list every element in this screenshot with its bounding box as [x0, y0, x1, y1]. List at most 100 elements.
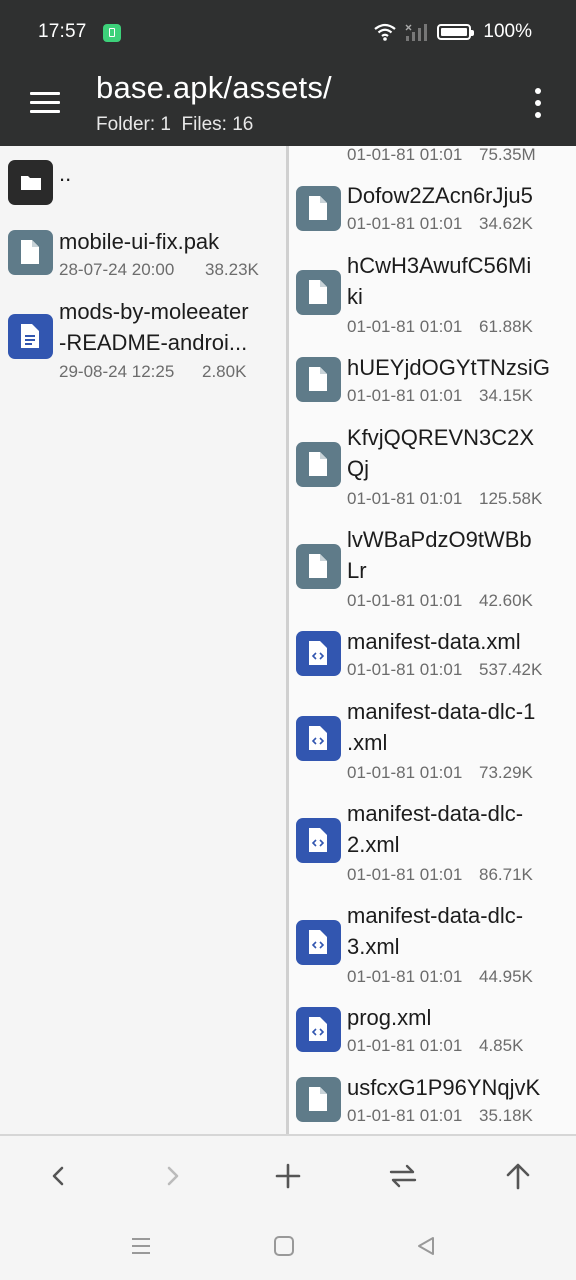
file-row[interactable]: hCwH3AwufC56Mi ki 01-01-81 01:01 61.88K	[289, 250, 576, 340]
recent-apps-icon[interactable]	[129, 1234, 153, 1258]
left-pane[interactable]: .. mobile-ui-fix.pak 28-07-24 20:00 38.2…	[0, 146, 286, 1134]
system-nav-bar	[0, 1214, 576, 1280]
file-size: 75.35M	[479, 146, 536, 164]
file-date: 01-01-81 01:01	[347, 660, 463, 679]
file-name-line2: Lr	[347, 558, 367, 583]
file-row[interactable]: mobile-ui-fix.pak 28-07-24 20:00 38.23K	[0, 228, 286, 284]
file-name-line2: 3.xml	[347, 934, 400, 959]
battery-percent: 100%	[483, 21, 532, 42]
file-size: 44.95K	[479, 967, 533, 986]
file-name-line1: manifest-data-dlc-	[347, 903, 524, 928]
file-name-line2: ki	[347, 284, 363, 309]
file-name-line1: lvWBaPdzO9tWBb	[347, 527, 532, 552]
file-icon	[296, 1077, 341, 1122]
file-size: 34.15K	[479, 386, 533, 405]
file-size: 61.88K	[479, 317, 533, 336]
bottom-toolbar	[0, 1134, 576, 1216]
parent-folder-label: ..	[59, 161, 72, 186]
file-name-line1: hCwH3AwufC56Mi	[347, 253, 532, 278]
doc-icon	[8, 314, 53, 359]
signal-icon	[405, 24, 428, 41]
file-size: 86.71K	[479, 865, 533, 884]
file-date: 01-01-81 01:01	[347, 591, 463, 610]
file-size: 38.23K	[205, 260, 259, 279]
xml-icon	[296, 631, 341, 676]
status-indicators: 100%	[373, 20, 532, 44]
file-date: 01-01-81 01:01	[347, 317, 463, 336]
file-row[interactable]: manifest-data-dlc- 3.xml 01-01-81 01:01 …	[289, 900, 576, 990]
file-row[interactable]: usfcxG1P96YNqjvK 01-01-81 01:01 35.18K	[289, 1072, 576, 1132]
app-bar: base.apk/assets/ Folder: 1 Files: 16	[0, 64, 576, 146]
file-row[interactable]: manifest-data-dlc-1 .xml 01-01-81 01:01 …	[289, 696, 576, 786]
xml-icon	[296, 920, 341, 965]
file-size: 2.80K	[202, 362, 247, 381]
file-name: mobile-ui-fix.pak	[59, 229, 220, 254]
forward-icon[interactable]	[153, 1158, 193, 1194]
file-size: 35.18K	[479, 1106, 533, 1125]
file-name-line1: KfvjQQREVN3C2X	[347, 425, 535, 450]
file-icon	[296, 357, 341, 402]
file-name: prog.xml	[347, 1005, 432, 1030]
right-pane[interactable]: 01-01-81 01:01 75.35M Dofow2ZAcn6rJju5 0…	[289, 146, 576, 1134]
file-name-line2: Qj	[347, 456, 369, 481]
file-name-line1: manifest-data-dlc-	[347, 801, 524, 826]
file-date: 01-01-81 01:01	[347, 865, 463, 884]
file-row[interactable]: Dofow2ZAcn6rJju5 01-01-81 01:01 34.62K	[289, 180, 576, 240]
home-icon[interactable]	[272, 1234, 296, 1258]
file-name-line2: 2.xml	[347, 832, 400, 857]
file-icon	[296, 442, 341, 487]
status-time: 17:57	[38, 21, 87, 42]
file-size: 125.58K	[479, 489, 543, 508]
file-name: usfcxG1P96YNqjvK	[347, 1075, 541, 1100]
file-icon	[296, 544, 341, 589]
folder-icon	[8, 160, 53, 205]
file-name: hUEYjdOGYtTNzsiG	[347, 355, 550, 380]
file-date: 29-08-24 12:25	[59, 362, 175, 381]
file-date: 01-01-81 01:01	[347, 489, 463, 508]
app-notification-icon	[103, 24, 121, 42]
file-row[interactable]: hUEYjdOGYtTNzsiG 01-01-81 01:01 34.15K	[289, 352, 576, 412]
file-date: 28-07-24 20:00	[59, 260, 175, 279]
file-icon	[296, 270, 341, 315]
system-back-icon[interactable]	[414, 1234, 438, 1258]
file-date: 01-01-81 01:01	[347, 386, 463, 405]
file-size: 42.60K	[479, 591, 533, 610]
file-row[interactable]: mods-by-moleeater -README-androi... 29-0…	[0, 296, 286, 384]
xml-icon	[296, 818, 341, 863]
file-date: 01-01-81 01:01	[347, 1106, 463, 1125]
file-name: Dofow2ZAcn6rJju5	[347, 183, 533, 208]
file-date: 01-01-81 01:01	[347, 214, 463, 233]
file-row[interactable]: manifest-data-dlc- 2.xml 01-01-81 01:01 …	[289, 798, 576, 888]
xml-icon	[296, 1007, 341, 1052]
current-path-title: base.apk/assets/	[96, 70, 332, 105]
file-date: 01-01-81 01:01	[347, 146, 463, 164]
file-size: 537.42K	[479, 660, 543, 679]
menu-icon[interactable]	[30, 92, 60, 114]
file-date: 01-01-81 01:01	[347, 763, 463, 782]
file-size: 34.62K	[479, 214, 533, 233]
more-options-icon[interactable]	[528, 88, 548, 120]
file-date: 01-01-81 01:01	[347, 967, 463, 986]
file-name-line2: -README-androi...	[59, 330, 248, 355]
folder-file-count: Folder: 1 Files: 16	[96, 114, 254, 135]
file-size: 73.29K	[479, 763, 533, 782]
file-date: 01-01-81 01:01	[347, 1036, 463, 1055]
swap-icon[interactable]	[383, 1158, 423, 1194]
file-icon	[8, 230, 53, 275]
file-row[interactable]: prog.xml 01-01-81 01:01 4.85K	[289, 1002, 576, 1062]
file-name-line2: .xml	[347, 730, 388, 755]
status-bar: 17:57 100%	[0, 0, 576, 64]
file-name-line1: mods-by-moleeater	[59, 299, 249, 324]
file-size: 4.85K	[479, 1036, 524, 1055]
back-icon[interactable]	[38, 1158, 78, 1194]
file-row[interactable]: manifest-data.xml 01-01-81 01:01 537.42K	[289, 626, 576, 686]
file-row[interactable]: lvWBaPdzO9tWBb Lr 01-01-81 01:01 42.60K	[289, 524, 576, 614]
wifi-icon	[374, 23, 397, 41]
battery-icon	[437, 24, 475, 40]
xml-icon	[296, 716, 341, 761]
file-row[interactable]: KfvjQQREVN3C2X Qj 01-01-81 01:01 125.58K	[289, 422, 576, 512]
add-icon[interactable]	[268, 1158, 308, 1194]
file-name-line1: manifest-data-dlc-1	[347, 699, 536, 724]
parent-folder-row[interactable]: ..	[0, 158, 286, 206]
up-icon[interactable]	[498, 1158, 538, 1194]
